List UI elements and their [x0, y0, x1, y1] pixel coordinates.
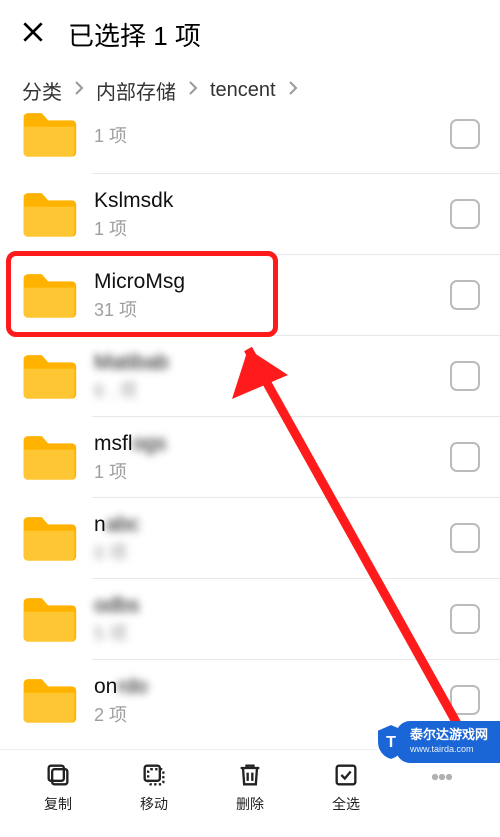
folder-subtitle: 5 项: [94, 623, 450, 645]
folder-icon: [20, 513, 78, 563]
folder-icon: [20, 432, 78, 482]
folder-name: Matibab: [94, 349, 450, 377]
more-button[interactable]: [408, 763, 476, 812]
list-item[interactable]: MicroMsg 31 项: [0, 254, 500, 335]
folder-icon: [20, 594, 78, 644]
folder-name: nabc: [94, 511, 450, 539]
delete-button[interactable]: 删除: [216, 761, 284, 814]
list-item[interactable]: odbs 5 项: [0, 578, 500, 659]
folder-subtitle: 6 . 项: [94, 380, 450, 402]
move-label: 移动: [140, 794, 168, 814]
watermark-title: 泰尔达游戏网: [410, 727, 488, 742]
list-item[interactable]: msflogs 1 项: [0, 416, 500, 497]
chevron-right-icon: [278, 79, 308, 102]
checkbox[interactable]: [450, 604, 480, 634]
folder-subtitle: 1 项: [94, 125, 450, 147]
folder-name: Kslmsdk: [94, 187, 450, 215]
selection-header: 已选择 1 项: [0, 0, 500, 68]
checkbox[interactable]: [450, 523, 480, 553]
move-icon: [140, 761, 168, 789]
list-item[interactable]: Kslmsdk 1 项: [0, 173, 500, 254]
select-all-icon: [332, 761, 360, 789]
folder-icon: [20, 109, 78, 159]
svg-text:T: T: [386, 734, 396, 751]
folder-subtitle: 31 项: [94, 299, 450, 321]
checkbox[interactable]: [450, 199, 480, 229]
checkbox[interactable]: [450, 442, 480, 472]
breadcrumb-item[interactable]: 分类: [20, 76, 64, 105]
folder-subtitle: 1 项: [94, 218, 450, 240]
copy-button[interactable]: 复制: [24, 761, 92, 814]
checkbox[interactable]: [450, 361, 480, 391]
folder-icon: [20, 270, 78, 320]
more-icon: [428, 763, 456, 791]
select-all-button[interactable]: 全选: [312, 761, 380, 814]
folder-name: msflogs: [94, 430, 450, 458]
breadcrumb: 分类 内部存储 tencent: [0, 68, 500, 111]
checkbox[interactable]: [450, 280, 480, 310]
folder-icon: [20, 675, 78, 725]
breadcrumb-item[interactable]: tencent: [208, 79, 278, 102]
chevron-right-icon: [178, 79, 208, 102]
list-item[interactable]: nabc 0 项: [0, 497, 500, 578]
folder-subtitle: 0 项: [94, 542, 450, 564]
list-item[interactable]: Matibab 6 . 项: [0, 335, 500, 416]
folder-name: odbs: [94, 592, 450, 620]
copy-icon: [44, 761, 72, 789]
close-icon: [20, 19, 46, 45]
folder-name: onrdo: [94, 673, 450, 701]
checkbox[interactable]: [450, 685, 480, 715]
delete-label: 删除: [236, 794, 264, 814]
copy-label: 复制: [44, 794, 72, 814]
folder-icon: [20, 189, 78, 239]
folder-icon: [20, 351, 78, 401]
list-item[interactable]: 1 项: [0, 109, 500, 173]
chevron-right-icon: [64, 79, 94, 102]
folder-list: 1 项 Kslmsdk 1 项 MicroMsg 31 项 Matibab: [0, 109, 500, 740]
select-all-label: 全选: [332, 794, 360, 814]
trash-icon: [236, 761, 264, 789]
close-button[interactable]: [20, 19, 46, 50]
folder-subtitle: 1 项: [94, 461, 450, 483]
move-button[interactable]: 移动: [120, 761, 188, 814]
header-title: 已选择 1 项: [68, 16, 201, 53]
folder-name: MicroMsg: [94, 268, 450, 296]
breadcrumb-item[interactable]: 内部存储: [94, 76, 178, 105]
watermark: T 泰尔达游戏网 www.tairda.com: [396, 721, 500, 763]
watermark-url: www.tairda.com: [410, 742, 488, 757]
checkbox[interactable]: [450, 119, 480, 149]
